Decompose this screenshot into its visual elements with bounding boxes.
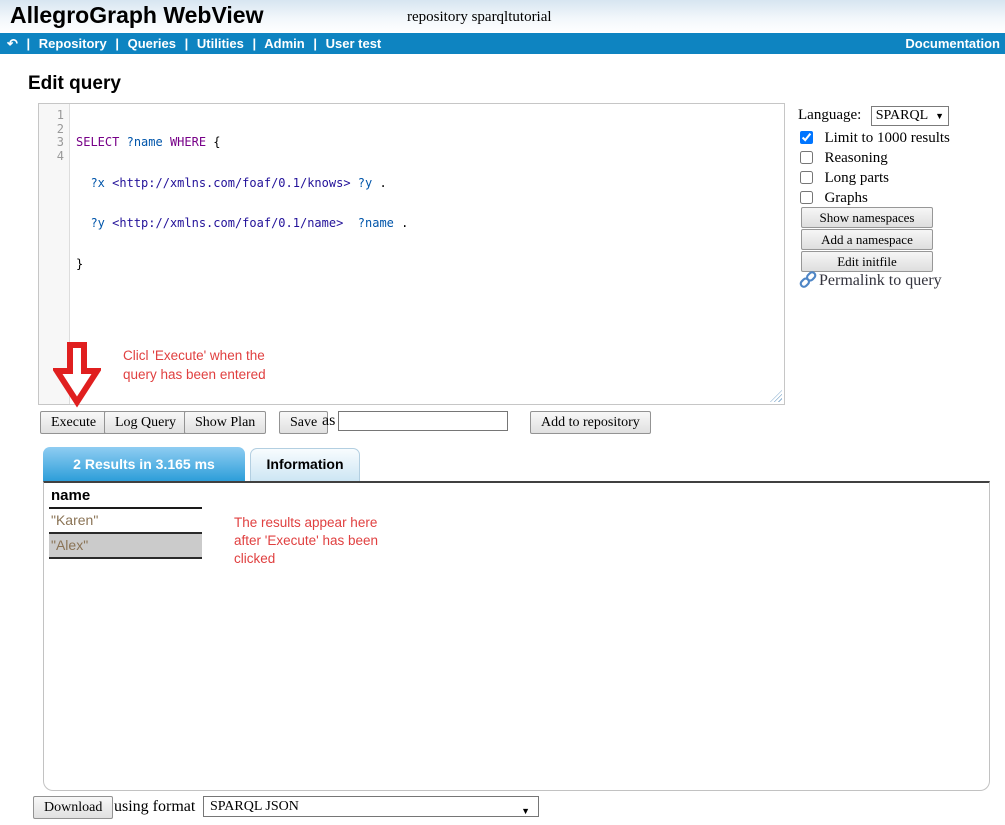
- execute-annotation-line: query has been entered: [123, 365, 266, 384]
- execute-button[interactable]: Execute: [40, 411, 107, 434]
- using-format-label: using format: [114, 798, 195, 816]
- limit-results-checkbox[interactable]: [800, 131, 813, 144]
- query-editor[interactable]: 1 2 3 4 SELECT ?name WHERE { ?x <http://…: [38, 103, 785, 405]
- language-select-value: SPARQL: [876, 108, 928, 123]
- code-line: SELECT ?name WHERE {: [76, 136, 408, 150]
- checkbox-row-long-parts: Long parts: [800, 169, 889, 187]
- top-header: AllegroGraph WebView repository sparqltu…: [0, 0, 1005, 33]
- main-navbar: ↶ | Repository | Queries | Utilities | A…: [0, 33, 1005, 54]
- execute-annotation-line: Clicl 'Execute' when the: [123, 346, 266, 365]
- add-namespace-button[interactable]: Add a namespace: [801, 229, 933, 250]
- webview-page: AllegroGraph WebView repository sparqltu…: [0, 0, 1005, 825]
- language-select[interactable]: SPARQL ▼: [871, 106, 949, 126]
- format-select-value: SPARQL JSON: [210, 799, 299, 814]
- line-number: 3: [39, 136, 69, 150]
- results-annotation: The results appear here after 'Execute' …: [234, 514, 378, 568]
- code-token: <http://xmlns.com/foaf/0.1/name>: [112, 216, 343, 230]
- language-label: Language:: [798, 107, 861, 123]
- chevron-down-icon: ▼: [935, 111, 944, 121]
- nav-separator: |: [185, 36, 189, 51]
- results-table: name "Karen" "Alex": [49, 484, 202, 559]
- nav-item-queries[interactable]: Queries: [128, 36, 176, 51]
- checkbox-row-limit: Limit to 1000 results: [800, 129, 950, 147]
- code-token: ?y: [358, 176, 372, 190]
- code-token: SELECT: [76, 135, 119, 149]
- code-token: ?name: [127, 135, 163, 149]
- long-parts-checkbox[interactable]: [800, 171, 813, 184]
- code-token: WHERE: [170, 135, 206, 149]
- column-header-name: name: [49, 484, 202, 509]
- back-icon[interactable]: ↶: [7, 36, 18, 51]
- save-button[interactable]: Save: [279, 411, 328, 434]
- table-row[interactable]: "Karen": [49, 509, 202, 534]
- app-title: AllegroGraph WebView: [10, 2, 263, 29]
- nav-item-admin[interactable]: Admin: [264, 36, 304, 51]
- code-token: ?y: [90, 216, 104, 230]
- results-annotation-line: clicked: [234, 550, 378, 568]
- permalink-to-query-link[interactable]: Permalink to query: [799, 271, 942, 290]
- limit-results-label[interactable]: Limit to 1000 results: [824, 130, 949, 146]
- reasoning-label[interactable]: Reasoning: [824, 150, 887, 166]
- code-line: }: [76, 258, 408, 272]
- save-name-input[interactable]: [338, 411, 508, 431]
- code-line: ?x <http://xmlns.com/foaf/0.1/knows> ?y …: [76, 177, 408, 191]
- format-select[interactable]: SPARQL JSON ▼: [203, 796, 539, 817]
- permalink-label: Permalink to query: [819, 272, 942, 289]
- log-query-button[interactable]: Log Query: [104, 411, 187, 434]
- red-down-arrow-icon: [53, 341, 101, 409]
- link-icon: [799, 271, 817, 289]
- nav-separator: |: [313, 36, 317, 51]
- add-to-repository-button[interactable]: Add to repository: [530, 411, 651, 434]
- line-number: 4: [39, 150, 69, 164]
- reasoning-checkbox[interactable]: [800, 151, 813, 164]
- nav-item-documentation[interactable]: Documentation: [905, 33, 1000, 54]
- download-button[interactable]: Download: [33, 796, 113, 819]
- page-title: Edit query: [28, 73, 121, 95]
- nav-separator: |: [27, 36, 31, 51]
- table-row[interactable]: "Alex": [49, 534, 202, 559]
- save-as-label: as: [322, 412, 335, 430]
- long-parts-label[interactable]: Long parts: [824, 170, 889, 186]
- repository-subtitle: repository sparqltutorial: [407, 9, 552, 26]
- line-number: 2: [39, 123, 69, 137]
- line-number: 1: [39, 109, 69, 123]
- nav-separator: |: [253, 36, 257, 51]
- nav-left-group: ↶ | Repository | Queries | Utilities | A…: [7, 33, 386, 54]
- tab-information[interactable]: Information: [250, 448, 360, 481]
- execute-annotation: Clicl 'Execute' when the query has been …: [123, 346, 266, 384]
- show-namespaces-button[interactable]: Show namespaces: [801, 207, 933, 228]
- nav-item-repository[interactable]: Repository: [39, 36, 107, 51]
- nav-item-utilities[interactable]: Utilities: [197, 36, 244, 51]
- graphs-checkbox[interactable]: [800, 191, 813, 204]
- code-token: ?name: [358, 216, 394, 230]
- chevron-down-icon: ▼: [521, 802, 530, 821]
- language-row: Language: SPARQL ▼: [798, 106, 949, 126]
- graphs-label[interactable]: Graphs: [824, 190, 867, 206]
- code-line: ?y <http://xmlns.com/foaf/0.1/name> ?nam…: [76, 217, 408, 231]
- checkbox-row-graphs: Graphs: [800, 189, 868, 207]
- code-token: ?x: [90, 176, 104, 190]
- results-annotation-line: after 'Execute' has been: [234, 532, 378, 550]
- edit-initfile-button[interactable]: Edit initfile: [801, 251, 933, 272]
- results-panel: name "Karen" "Alex" The results appear h…: [43, 481, 990, 791]
- tab-results[interactable]: 2 Results in 3.165 ms: [43, 447, 245, 481]
- code-token: <http://xmlns.com/foaf/0.1/knows>: [112, 176, 350, 190]
- show-plan-button[interactable]: Show Plan: [184, 411, 266, 434]
- query-code[interactable]: SELECT ?name WHERE { ?x <http://xmlns.co…: [76, 109, 408, 298]
- checkbox-row-reasoning: Reasoning: [800, 149, 888, 167]
- nav-separator: |: [115, 36, 119, 51]
- results-annotation-line: The results appear here: [234, 514, 378, 532]
- editor-resize-handle[interactable]: [770, 390, 782, 402]
- nav-item-user-test[interactable]: User test: [326, 36, 382, 51]
